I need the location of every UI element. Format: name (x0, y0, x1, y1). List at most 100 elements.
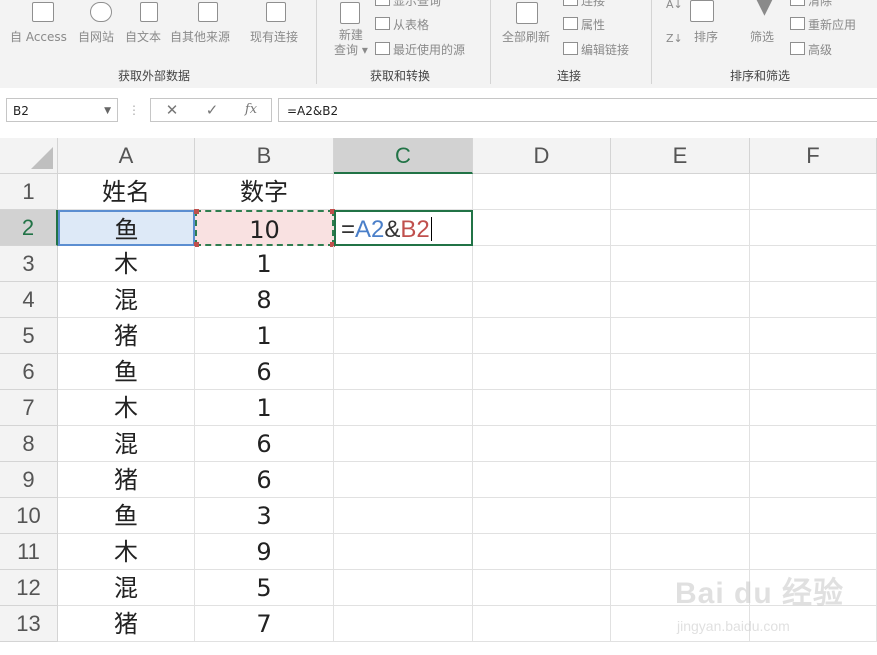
cell-d12[interactable] (473, 570, 611, 606)
cell-d9[interactable] (473, 462, 611, 498)
from-other-sources-button[interactable]: 自其他来源 (170, 28, 230, 45)
row-header-2[interactable]: 2 (0, 210, 58, 246)
cell-f2[interactable] (750, 210, 877, 246)
row-header-4[interactable]: 4 (0, 282, 58, 318)
column-header-f[interactable]: F (750, 138, 877, 174)
column-header-b[interactable]: B (195, 138, 334, 174)
from-access-button[interactable]: 自 Access (10, 28, 67, 45)
cell-c8[interactable] (334, 426, 473, 462)
cell-e11[interactable] (611, 534, 750, 570)
cell-b6[interactable]: 6 (195, 354, 334, 390)
column-header-c[interactable]: C (334, 138, 473, 174)
cell-b7[interactable]: 1 (195, 390, 334, 426)
cell-b10[interactable]: 3 (195, 498, 334, 534)
cell-f9[interactable] (750, 462, 877, 498)
cell-d10[interactable] (473, 498, 611, 534)
cell-c5[interactable] (334, 318, 473, 354)
cell-b8[interactable]: 6 (195, 426, 334, 462)
cell-d6[interactable] (473, 354, 611, 390)
sort-button[interactable]: 排序 (694, 28, 718, 45)
cell-f8[interactable] (750, 426, 877, 462)
from-web-button[interactable]: 自网站 (78, 28, 114, 45)
cell-f6[interactable] (750, 354, 877, 390)
cell-b11[interactable]: 9 (195, 534, 334, 570)
cell-c11[interactable] (334, 534, 473, 570)
cell-c1[interactable] (334, 174, 473, 210)
cell-a7[interactable]: 木 (58, 390, 195, 426)
cell-f7[interactable] (750, 390, 877, 426)
from-table-button[interactable]: 从表格 (375, 16, 429, 33)
cell-a6[interactable]: 鱼 (58, 354, 195, 390)
existing-connections-button[interactable]: 现有连接 (250, 28, 298, 45)
cell-e10[interactable] (611, 498, 750, 534)
formula-input[interactable]: =A2&B2 (278, 98, 877, 122)
cell-a13[interactable]: 猪 (58, 606, 195, 642)
row-header-6[interactable]: 6 (0, 354, 58, 390)
cell-a10[interactable]: 鱼 (58, 498, 195, 534)
cell-c10[interactable] (334, 498, 473, 534)
row-header-10[interactable]: 10 (0, 498, 58, 534)
cell-d13[interactable] (473, 606, 611, 642)
cell-c12[interactable] (334, 570, 473, 606)
row-header-13[interactable]: 13 (0, 606, 58, 642)
from-text-button[interactable]: 自文本 (125, 28, 161, 45)
cell-d3[interactable] (473, 246, 611, 282)
properties-button[interactable]: 属性 (563, 16, 605, 33)
cell-b13[interactable]: 7 (195, 606, 334, 642)
cancel-icon[interactable]: ✕ (160, 98, 184, 122)
cell-e6[interactable] (611, 354, 750, 390)
cell-e8[interactable] (611, 426, 750, 462)
row-header-9[interactable]: 9 (0, 462, 58, 498)
refresh-all-button[interactable]: 全部刷新 (502, 28, 550, 45)
cell-f11[interactable] (750, 534, 877, 570)
name-box[interactable]: B2 ▼ (6, 98, 118, 122)
drag-handle-icon[interactable]: ⋮ (128, 98, 140, 122)
cell-c6[interactable] (334, 354, 473, 390)
cell-f10[interactable] (750, 498, 877, 534)
column-header-d[interactable]: D (473, 138, 611, 174)
row-header-8[interactable]: 8 (0, 426, 58, 462)
cell-d11[interactable] (473, 534, 611, 570)
cell-e2[interactable] (611, 210, 750, 246)
cell-c7[interactable] (334, 390, 473, 426)
sort-desc-icon[interactable]: Z↓ (666, 32, 683, 45)
cell-d8[interactable] (473, 426, 611, 462)
cell-d4[interactable] (473, 282, 611, 318)
cell-c2[interactable]: =A2&B2 (334, 210, 473, 246)
cell-c3[interactable] (334, 246, 473, 282)
reapply-button[interactable]: 重新应用 (790, 16, 856, 33)
column-header-a[interactable]: A (58, 138, 195, 174)
cell-b2[interactable]: 10 (194, 209, 335, 247)
cell-b5[interactable]: 1 (195, 318, 334, 354)
cell-a8[interactable]: 混 (58, 426, 195, 462)
recent-sources-button[interactable]: 最近使用的源 (375, 41, 465, 58)
cell-a3[interactable]: 木 (58, 246, 195, 282)
column-header-e[interactable]: E (611, 138, 750, 174)
cell-a11[interactable]: 木 (58, 534, 195, 570)
cell-e1[interactable] (611, 174, 750, 210)
row-header-12[interactable]: 12 (0, 570, 58, 606)
cell-a12[interactable]: 混 (58, 570, 195, 606)
cell-e9[interactable] (611, 462, 750, 498)
cell-e5[interactable] (611, 318, 750, 354)
cell-a5[interactable]: 猪 (58, 318, 195, 354)
cell-f3[interactable] (750, 246, 877, 282)
cell-a1[interactable]: 姓名 (58, 174, 195, 210)
insert-function-icon[interactable]: fx (238, 98, 264, 122)
chevron-down-icon[interactable]: ▼ (104, 99, 111, 123)
cell-b9[interactable]: 6 (195, 462, 334, 498)
advanced-filter-button[interactable]: 高级 (790, 41, 832, 58)
cell-a2[interactable]: 鱼 (58, 210, 195, 246)
cell-c4[interactable] (334, 282, 473, 318)
cell-b12[interactable]: 5 (195, 570, 334, 606)
cell-d2[interactable] (473, 210, 611, 246)
cell-f1[interactable] (750, 174, 877, 210)
row-header-7[interactable]: 7 (0, 390, 58, 426)
select-all-button[interactable] (0, 138, 58, 174)
cell-b4[interactable]: 8 (195, 282, 334, 318)
cell-e7[interactable] (611, 390, 750, 426)
sort-asc-icon[interactable]: A↓ (666, 0, 683, 11)
row-header-11[interactable]: 11 (0, 534, 58, 570)
cell-e4[interactable] (611, 282, 750, 318)
cell-a9[interactable]: 猪 (58, 462, 195, 498)
